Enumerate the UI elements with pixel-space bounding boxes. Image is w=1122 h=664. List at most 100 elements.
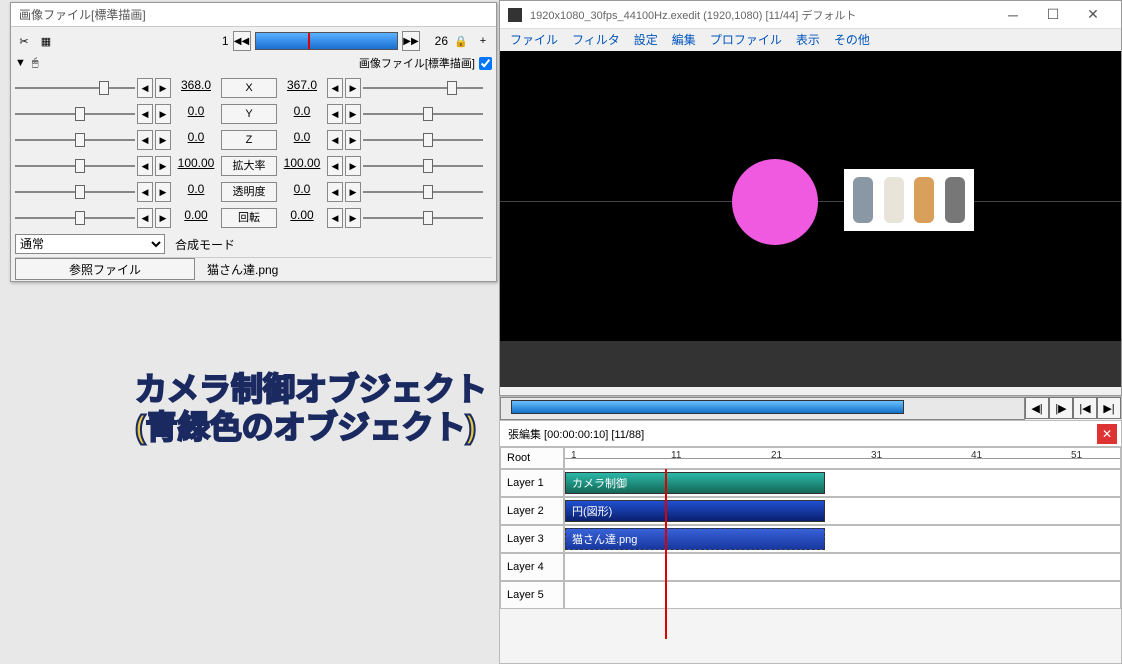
step-right-down[interactable]: ◀ xyxy=(327,156,343,176)
step-left-up[interactable]: ▶ xyxy=(155,156,171,176)
mouse-icon: 🖱 xyxy=(32,57,39,70)
param-slider-right[interactable] xyxy=(363,208,483,228)
layer-track[interactable] xyxy=(564,553,1121,581)
param-slider-right[interactable] xyxy=(363,156,483,176)
enable-checkbox[interactable] xyxy=(479,57,492,70)
timeline-object[interactable]: 猫さん達.png xyxy=(565,528,825,550)
maximize-button[interactable]: ☐ xyxy=(1033,3,1073,27)
chevron-down-icon[interactable]: ▼ xyxy=(15,57,26,69)
param-value-right[interactable]: 0.0 xyxy=(279,130,325,150)
root-label[interactable]: Root xyxy=(500,447,564,469)
prev-frame-button[interactable]: ◀◀ xyxy=(233,31,251,51)
step-right-down[interactable]: ◀ xyxy=(327,182,343,202)
timeline-ruler[interactable]: 11121314151 xyxy=(564,447,1121,469)
param-slider-left[interactable] xyxy=(15,78,135,98)
param-value-left[interactable]: 368.0 xyxy=(173,78,219,98)
layer-track[interactable] xyxy=(564,581,1121,609)
param-slider-right[interactable] xyxy=(363,182,483,202)
param-value-left[interactable]: 0.0 xyxy=(173,182,219,202)
step-left-down[interactable]: ◀ xyxy=(137,78,153,98)
param-value-left[interactable]: 0.00 xyxy=(173,208,219,228)
menu-item[interactable]: ファイル xyxy=(510,31,558,49)
menu-item[interactable]: その他 xyxy=(834,31,870,49)
timeline-close-button[interactable]: ✕ xyxy=(1097,424,1117,444)
lock-icon[interactable]: 🔒 xyxy=(452,32,470,50)
scroll-right-button[interactable]: |▶ xyxy=(1049,397,1073,419)
step-left-down[interactable]: ◀ xyxy=(137,104,153,124)
step-right-up[interactable]: ▶ xyxy=(345,78,361,98)
step-left-up[interactable]: ▶ xyxy=(155,182,171,202)
step-left-down[interactable]: ◀ xyxy=(137,208,153,228)
step-right-up[interactable]: ▶ xyxy=(345,182,361,202)
param-value-left[interactable]: 100.00 xyxy=(173,156,219,176)
param-slider-left[interactable] xyxy=(15,208,135,228)
param-value-right[interactable]: 0.00 xyxy=(279,208,325,228)
menu-item[interactable]: プロファイル xyxy=(710,31,782,49)
param-label[interactable]: 回転 xyxy=(221,208,277,228)
add-icon[interactable]: + xyxy=(474,32,492,50)
step-left-up[interactable]: ▶ xyxy=(155,104,171,124)
step-right-down[interactable]: ◀ xyxy=(327,104,343,124)
scroll-left-button[interactable]: ◀| xyxy=(1025,397,1049,419)
app-icon xyxy=(508,8,522,22)
next-frame-button[interactable]: ▶▶ xyxy=(402,31,420,51)
step-right-down[interactable]: ◀ xyxy=(327,130,343,150)
step-left-down[interactable]: ◀ xyxy=(137,156,153,176)
preview-menubar: ファイルフィルタ設定編集プロファイル表示その他 xyxy=(500,29,1121,51)
step-left-up[interactable]: ▶ xyxy=(155,208,171,228)
preview-canvas[interactable] xyxy=(500,51,1121,341)
menu-item[interactable]: 設定 xyxy=(634,31,658,49)
menu-item[interactable]: フィルタ xyxy=(572,31,620,49)
param-slider-left[interactable] xyxy=(15,130,135,150)
step-right-up[interactable]: ▶ xyxy=(345,208,361,228)
layer-header[interactable]: Layer 3 xyxy=(500,525,564,553)
param-value-left[interactable]: 0.0 xyxy=(173,104,219,124)
step-right-up[interactable]: ▶ xyxy=(345,104,361,124)
param-label[interactable]: X xyxy=(221,78,277,98)
param-slider-right[interactable] xyxy=(363,104,483,124)
param-value-left[interactable]: 0.0 xyxy=(173,130,219,150)
scroll-first-button[interactable]: |◀ xyxy=(1073,397,1097,419)
step-left-down[interactable]: ◀ xyxy=(137,182,153,202)
cut-icon[interactable]: ✂ xyxy=(15,32,33,50)
param-slider-left[interactable] xyxy=(15,104,135,124)
blend-mode-select[interactable]: 通常 xyxy=(15,234,165,254)
layer-header[interactable]: Layer 2 xyxy=(500,497,564,525)
step-left-up[interactable]: ▶ xyxy=(155,78,171,98)
menu-item[interactable]: 編集 xyxy=(672,31,696,49)
param-slider-right[interactable] xyxy=(363,78,483,98)
frame-slider[interactable] xyxy=(255,32,399,50)
image-icon[interactable]: ▦ xyxy=(37,32,55,50)
timeline-object[interactable]: カメラ制御 xyxy=(565,472,825,494)
step-right-up[interactable]: ▶ xyxy=(345,130,361,150)
close-button[interactable]: ✕ xyxy=(1073,3,1113,27)
param-label[interactable]: Z xyxy=(221,130,277,150)
timeline-scrollbar[interactable] xyxy=(500,397,1025,420)
param-value-right[interactable]: 0.0 xyxy=(279,104,325,124)
param-slider-left[interactable] xyxy=(15,182,135,202)
param-slider-left[interactable] xyxy=(15,156,135,176)
menu-item[interactable]: 表示 xyxy=(796,31,820,49)
reference-file-button[interactable]: 参照ファイル xyxy=(15,258,195,280)
layer-header[interactable]: Layer 4 xyxy=(500,553,564,581)
step-right-down[interactable]: ◀ xyxy=(327,78,343,98)
layer-track[interactable]: 円(図形) xyxy=(564,497,1121,525)
param-label[interactable]: 拡大率 xyxy=(221,156,277,176)
param-value-right[interactable]: 100.00 xyxy=(279,156,325,176)
layer-header[interactable]: Layer 1 xyxy=(500,469,564,497)
step-left-down[interactable]: ◀ xyxy=(137,130,153,150)
param-value-right[interactable]: 367.0 xyxy=(279,78,325,98)
layer-track[interactable]: 猫さん達.png xyxy=(564,525,1121,553)
step-right-down[interactable]: ◀ xyxy=(327,208,343,228)
minimize-button[interactable]: ─ xyxy=(993,3,1033,27)
param-label[interactable]: 透明度 xyxy=(221,182,277,202)
timeline-object[interactable]: 円(図形) xyxy=(565,500,825,522)
param-value-right[interactable]: 0.0 xyxy=(279,182,325,202)
step-right-up[interactable]: ▶ xyxy=(345,156,361,176)
layer-track[interactable]: カメラ制御 xyxy=(564,469,1121,497)
step-left-up[interactable]: ▶ xyxy=(155,130,171,150)
layer-header[interactable]: Layer 5 xyxy=(500,581,564,609)
param-label[interactable]: Y xyxy=(221,104,277,124)
scroll-last-button[interactable]: ▶| xyxy=(1097,397,1121,419)
param-slider-right[interactable] xyxy=(363,130,483,150)
